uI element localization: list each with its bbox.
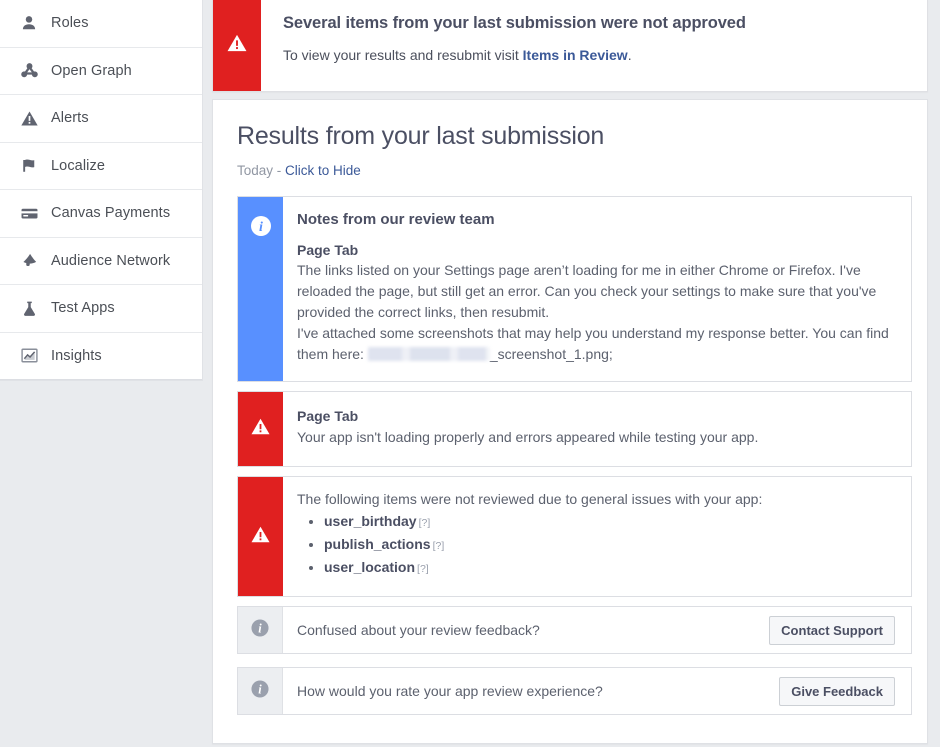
list-item: publish_actions[?] xyxy=(324,534,893,556)
permission-name: user_birthday xyxy=(324,513,417,529)
sidebar-item-label: Roles xyxy=(51,15,89,32)
sidebar-item-alerts[interactable]: Alerts xyxy=(0,95,202,143)
alert-stripe-danger xyxy=(213,0,261,91)
sidebar-nav-list: Roles Open Graph Alerts Localize Canvas … xyxy=(0,0,203,381)
give-feedback-text: How would you rate your app review exper… xyxy=(297,683,603,699)
contact-support-row: i Confused about your review feedback? C… xyxy=(237,606,912,654)
sidebar-item-label: Audience Network xyxy=(51,252,171,269)
not-reviewed-intro: The following items were not reviewed du… xyxy=(297,491,763,507)
permission-name: publish_actions xyxy=(324,536,431,552)
sidebar-item-label: Insights xyxy=(51,347,102,364)
warning-triangle-icon xyxy=(250,524,271,550)
results-panel: Results from your last submission Today … xyxy=(212,99,928,744)
review-notes-text: The links listed on your Settings page a… xyxy=(297,260,893,365)
info-circle-icon: i xyxy=(250,679,270,704)
help-icon[interactable]: [?] xyxy=(433,540,445,552)
review-notes-heading: Notes from our review team xyxy=(297,211,495,228)
meta-separator: - xyxy=(273,163,286,178)
review-notes-content: Notes from our review team Page Tab The … xyxy=(283,197,911,381)
not-reviewed-items-card: The following items were not reviewed du… xyxy=(237,476,912,597)
review-notes-paragraph-2: I've attached some screenshots that may … xyxy=(297,323,893,365)
info-circle-icon: i xyxy=(250,215,272,242)
main-content: Several items from your last submission … xyxy=(203,0,940,747)
contact-support-button[interactable]: Contact Support xyxy=(769,615,895,645)
sidebar-item-label: Alerts xyxy=(51,110,89,127)
list-item: user_birthday[?] xyxy=(324,511,893,533)
flag-icon xyxy=(18,155,40,177)
page-tab-error-content: Page Tab Your app isn't loading properly… xyxy=(283,392,911,466)
sidebar-item-insights[interactable]: Insights xyxy=(0,332,202,380)
sidebar-item-localize[interactable]: Localize xyxy=(0,142,202,190)
results-meta: Today - Click to Hide xyxy=(237,163,913,178)
paragraph-2-suffix: _screenshot_1.png; xyxy=(489,346,613,362)
alert-title: Several items from your last submission … xyxy=(283,14,746,32)
results-date: Today xyxy=(237,163,274,178)
warning-triangle-icon xyxy=(250,416,271,442)
chart-icon xyxy=(18,345,40,367)
sidebar-item-label: Open Graph xyxy=(51,62,132,79)
page-tab-error-text: Your app isn't loading properly and erro… xyxy=(297,429,759,445)
person-icon xyxy=(18,12,40,34)
sidebar-item-roles[interactable]: Roles xyxy=(0,0,202,48)
give-feedback-row: i How would you rate your app review exp… xyxy=(237,667,912,715)
card-stripe-danger xyxy=(238,392,283,466)
list-item: user_location[?] xyxy=(324,557,893,579)
review-notes-subheading: Page Tab xyxy=(297,242,359,258)
review-notes-paragraph-1: The links listed on your Settings page a… xyxy=(297,262,877,320)
sidebar-item-canvas-payments[interactable]: Canvas Payments xyxy=(0,190,202,238)
sidebar-item-label: Test Apps xyxy=(51,300,115,317)
alert-subtitle: To view your results and resubmit visit … xyxy=(283,47,746,63)
sidebar-item-label: Canvas Payments xyxy=(51,205,171,222)
click-to-hide-link[interactable]: Click to Hide xyxy=(285,163,361,178)
permission-name: user_location xyxy=(324,559,416,575)
open-graph-icon xyxy=(18,60,40,82)
warning-triangle-icon xyxy=(18,107,40,129)
sidebar-item-open-graph[interactable]: Open Graph xyxy=(0,47,202,95)
warning-triangle-icon xyxy=(226,32,248,59)
contact-support-text: Confused about your review feedback? xyxy=(297,622,540,638)
svg-text:i: i xyxy=(259,220,263,235)
megaphone-icon xyxy=(18,250,40,272)
alert-body: Several items from your last submission … xyxy=(261,0,764,91)
help-icon[interactable]: [?] xyxy=(419,517,431,529)
action-stripe-info: i xyxy=(238,607,283,653)
page-tab-error-card: Page Tab Your app isn't loading properly… xyxy=(237,391,912,467)
page-title: Results from your last submission xyxy=(237,122,605,150)
sidebar-item-audience-network[interactable]: Audience Network xyxy=(0,237,202,285)
svg-text:i: i xyxy=(258,682,262,696)
sidebar: Roles Open Graph Alerts Localize Canvas … xyxy=(0,0,203,747)
svg-text:i: i xyxy=(258,621,262,635)
page-tab-error-subheading: Page Tab xyxy=(297,408,359,424)
review-notes-card: i Notes from our review team Page Tab Th… xyxy=(237,196,912,382)
not-reviewed-list: user_birthday[?] publish_actions[?] user… xyxy=(297,511,893,579)
give-feedback-button[interactable]: Give Feedback xyxy=(779,676,895,706)
submission-alert-banner: Several items from your last submission … xyxy=(212,0,928,92)
action-stripe-info: i xyxy=(238,668,283,714)
not-reviewed-items-content: The following items were not reviewed du… xyxy=(283,477,911,596)
app-root: Roles Open Graph Alerts Localize Canvas … xyxy=(0,0,940,747)
credit-card-icon xyxy=(18,202,40,224)
help-icon[interactable]: [?] xyxy=(417,563,429,575)
redacted-path-icon xyxy=(367,347,490,361)
sidebar-item-test-apps[interactable]: Test Apps xyxy=(0,285,202,333)
info-circle-icon: i xyxy=(250,618,270,643)
alert-sub-prefix: To view your results and resubmit visit xyxy=(283,47,523,63)
items-in-review-link[interactable]: Items in Review xyxy=(523,47,628,63)
sidebar-item-label: Localize xyxy=(51,157,105,174)
flask-icon xyxy=(18,297,40,319)
card-stripe-danger xyxy=(238,477,283,596)
card-stripe-info: i xyxy=(238,197,283,381)
alert-sub-suffix: . xyxy=(627,47,632,63)
